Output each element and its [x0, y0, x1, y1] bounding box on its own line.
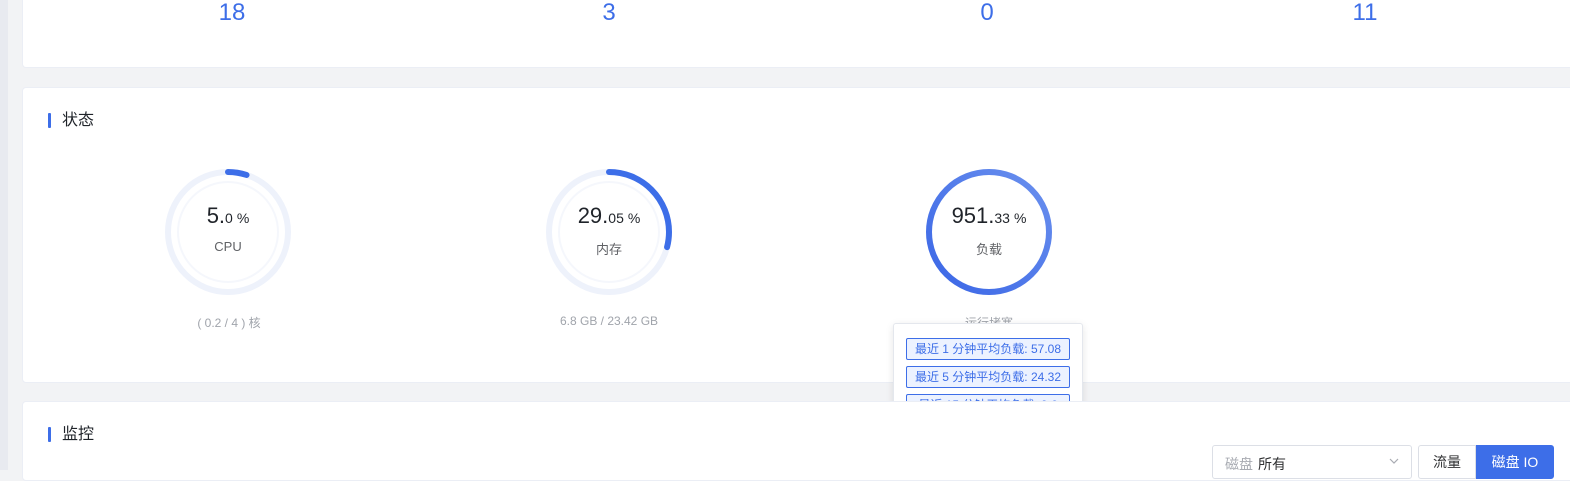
- title-accent-bar: [48, 427, 51, 442]
- cpu-cores-text: ( 0.2 / 4 ) 核: [197, 316, 261, 330]
- stat-value[interactable]: 3: [602, 0, 615, 28]
- traffic-button[interactable]: 流量: [1418, 445, 1476, 479]
- sidebar-edge: [0, 0, 8, 470]
- load-5min-tag: 最近 5 分钟平均负载: 24.32: [906, 366, 1070, 388]
- monitor-section-title: 监控: [48, 427, 94, 443]
- title-accent-bar: [48, 113, 51, 128]
- overview-card: [22, 0, 1570, 68]
- disk-io-button[interactable]: 磁盘 IO: [1476, 445, 1554, 479]
- load-label: 负载: [975, 242, 1002, 257]
- memory-gauge: 29.05% 内存: [544, 167, 674, 297]
- load-value: 951.33%: [951, 203, 1027, 228]
- disk-select[interactable]: 磁盘 所有: [1212, 445, 1412, 479]
- cpu-value: 5.0%: [206, 203, 250, 228]
- load-1min-tag: 最近 1 分钟平均负载: 57.08: [906, 338, 1070, 360]
- stat-value[interactable]: 18: [219, 0, 246, 28]
- memory-usage-text: 6.8 GB / 23.42 GB: [559, 314, 659, 328]
- disk-select-value: 所有: [1258, 456, 1286, 472]
- cpu-gauge: 5.0% CPU: [163, 167, 293, 297]
- stat-value[interactable]: 0: [980, 0, 993, 28]
- load-gauge[interactable]: 951.33% 负载: [924, 167, 1054, 297]
- cpu-label: CPU: [214, 239, 242, 254]
- disk-select-prefix: 磁盘: [1225, 456, 1253, 472]
- status-section-title: 状态: [48, 113, 94, 129]
- status-title: 状态: [62, 112, 95, 129]
- memory-label: 内存: [595, 242, 622, 257]
- memory-value: 29.05%: [577, 203, 641, 228]
- monitor-title: 监控: [62, 426, 95, 443]
- stat-value[interactable]: 11: [1353, 0, 1378, 28]
- chevron-down-icon: [1389, 458, 1399, 464]
